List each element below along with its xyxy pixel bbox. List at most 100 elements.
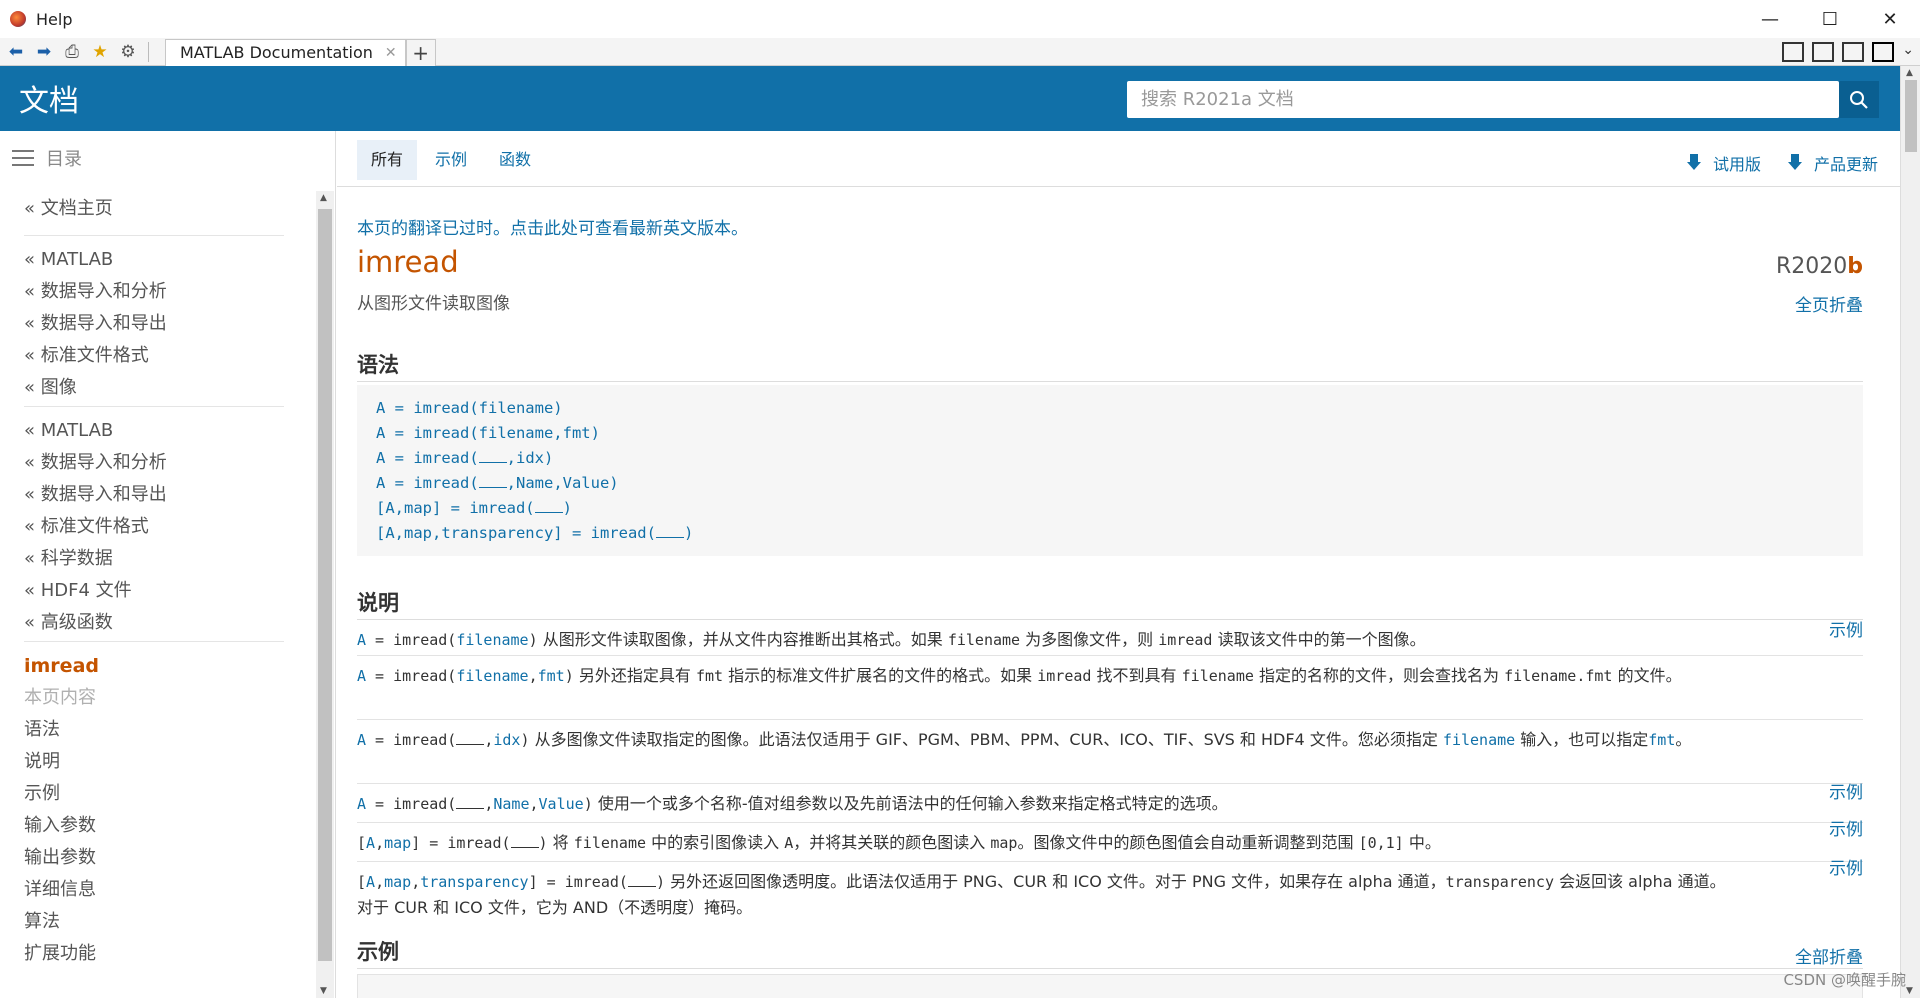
- matlab-help-icon: [10, 11, 26, 27]
- sidebar-item-matlab[interactable]: « MATLAB: [24, 244, 284, 276]
- sidebar-item-data-import-export[interactable]: « 数据导入和导出: [24, 308, 284, 340]
- main-content: 所有 示例 函数 试用版 产品更新 本页的翻译已过时。点击此处可查看最新英文版本…: [337, 131, 1900, 998]
- close-window-button[interactable]: ✕: [1860, 0, 1920, 38]
- sidebar-section-extended-capabilities[interactable]: 扩展功能: [24, 938, 284, 970]
- search-icon: [1850, 90, 1868, 109]
- collapse-all-link[interactable]: 全部折叠: [1795, 943, 1863, 968]
- collapse-page-link[interactable]: 全页折叠: [1795, 291, 1863, 316]
- scroll-up-icon[interactable]: ▲: [1906, 68, 1913, 78]
- description-row-1: A = imread(filename) 从图形文件读取图像，并从文件内容推断出…: [357, 621, 1863, 656]
- sidebar-item-advanced-functions[interactable]: « 高级函数: [24, 607, 284, 639]
- filter-tab-all[interactable]: 所有: [357, 140, 418, 180]
- layout-grid-icon[interactable]: [1782, 42, 1804, 62]
- sidebar-section-input-arguments[interactable]: 输入参数: [24, 810, 284, 842]
- description-row-3: A = imread(,idx) 从多图像文件读取指定的图像。此语法仅适用于 G…: [357, 721, 1863, 784]
- sidebar-item-data-import-analysis[interactable]: « 数据导入和分析: [24, 276, 284, 308]
- sidebar-item-current-page[interactable]: imread: [24, 650, 284, 682]
- layout-single-icon[interactable]: [1872, 42, 1894, 62]
- product-updates-label: 产品更新: [1814, 155, 1879, 174]
- trial-button[interactable]: 试用版: [1687, 151, 1761, 175]
- syntax-heading: 语法: [357, 349, 1863, 382]
- documentation-title: 文档: [19, 84, 79, 119]
- sidebar: 目录 « 文档主页 « MATLAB « 数据导入和分析 « 数据导入和导出 «…: [0, 131, 336, 998]
- description-row-6: [A,map,transparency] = imread() 另外还返回图像透…: [357, 859, 1863, 917]
- window-title: Help: [36, 9, 73, 29]
- sidebar-item-scientific-data[interactable]: « 科学数据: [24, 543, 284, 575]
- sidebar-nav: « 文档主页 « MATLAB « 数据导入和分析 « 数据导入和导出 « 标准…: [24, 193, 284, 970]
- sidebar-divider: [24, 406, 284, 407]
- toc-toggle[interactable]: 目录: [0, 131, 335, 185]
- sidebar-item-doc-home[interactable]: « 文档主页: [24, 193, 284, 225]
- product-updates-button[interactable]: 产品更新: [1788, 151, 1878, 175]
- example-expander[interactable]: [357, 974, 1863, 998]
- settings-gear-icon[interactable]: ⚙: [116, 40, 140, 64]
- hamburger-menu-icon: [12, 150, 34, 166]
- scroll-down-icon[interactable]: ▼: [320, 986, 327, 996]
- layout-switcher: [1782, 38, 1894, 66]
- page-subtitle: 从图形文件读取图像: [357, 294, 510, 314]
- examples-heading: 示例: [357, 936, 1863, 969]
- syntax-line-4[interactable]: A = imread(,Name,Value): [376, 471, 1844, 496]
- scroll-down-icon[interactable]: ▼: [1906, 986, 1913, 996]
- description-row-4: A = imread(,Name,Value) 使用一个或多个名称-值对组参数以…: [357, 783, 1863, 823]
- on-this-page-label: 本页内容: [24, 687, 96, 708]
- download-icon: [1788, 154, 1802, 172]
- tab-matlab-documentation[interactable]: MATLAB Documentation ✕: [165, 38, 406, 66]
- page-scroll-thumb[interactable]: [1905, 80, 1917, 152]
- translation-notice-link[interactable]: 本页的翻译已过时。点击此处可查看最新英文版本。: [357, 214, 748, 239]
- syntax-line-6[interactable]: [A,map,transparency] = imread(): [376, 521, 1844, 546]
- description-heading: 说明: [357, 587, 1863, 620]
- sidebar-section-syntax[interactable]: 语法: [24, 714, 284, 746]
- chevron-down-icon[interactable]: ⌄: [1902, 42, 1914, 58]
- sidebar-section-algorithms[interactable]: 算法: [24, 906, 284, 938]
- tab-label: MATLAB Documentation: [180, 43, 373, 62]
- sidebar-item-standard-file-formats[interactable]: « 标准文件格式: [24, 511, 284, 543]
- syntax-line-1[interactable]: A = imread(filename): [376, 396, 1844, 421]
- sidebar-item-hdf4-files[interactable]: « HDF4 文件: [24, 575, 284, 607]
- minimize-button[interactable]: —: [1740, 0, 1800, 38]
- search-box: [1127, 81, 1839, 118]
- print-icon[interactable]: ⎙: [60, 40, 84, 64]
- sidebar-scroll-thumb[interactable]: [318, 209, 332, 961]
- example-link[interactable]: 示例: [1829, 781, 1863, 806]
- sidebar-item-standard-file-formats[interactable]: « 标准文件格式: [24, 340, 284, 372]
- example-link[interactable]: 示例: [1829, 619, 1863, 644]
- layout-rows-icon[interactable]: [1842, 42, 1864, 62]
- sidebar-section-examples[interactable]: 示例: [24, 778, 284, 810]
- sidebar-item-data-import-analysis[interactable]: « 数据导入和分析: [24, 447, 284, 479]
- search-button[interactable]: [1839, 81, 1879, 118]
- sidebar-item-matlab[interactable]: « MATLAB: [24, 415, 284, 447]
- sidebar-scrollbar[interactable]: ▲ ▼: [316, 191, 334, 998]
- layout-columns-icon[interactable]: [1812, 42, 1834, 62]
- favorites-star-icon[interactable]: ★: [88, 40, 112, 64]
- syntax-line-3[interactable]: A = imread(,idx): [376, 446, 1844, 471]
- sidebar-item-images[interactable]: « 图像: [24, 372, 284, 404]
- sidebar-section-more-about[interactable]: 详细信息: [24, 874, 284, 906]
- release-badge: R2020b: [1775, 254, 1863, 279]
- description-row-2: A = imread(filename,fmt) 另外还指定具有 fmt 指示的…: [357, 657, 1863, 720]
- page-scrollbar[interactable]: ▲ ▼: [1900, 66, 1920, 998]
- example-link[interactable]: 示例: [1829, 818, 1863, 843]
- sidebar-item-data-import-export[interactable]: « 数据导入和导出: [24, 479, 284, 511]
- toolbar-separator: [148, 41, 149, 62]
- sidebar-divider: [24, 641, 284, 642]
- sidebar-divider: [24, 235, 284, 236]
- syntax-line-2[interactable]: A = imread(filename,fmt): [376, 421, 1844, 446]
- toc-label: 目录: [46, 149, 82, 170]
- sidebar-section-output-arguments[interactable]: 输出参数: [24, 842, 284, 874]
- download-icon: [1687, 154, 1701, 172]
- example-link[interactable]: 示例: [1829, 857, 1863, 882]
- filter-tab-functions[interactable]: 函数: [485, 140, 545, 180]
- back-arrow-icon[interactable]: ⬅: [4, 40, 28, 64]
- maximize-button[interactable]: ☐: [1800, 0, 1860, 38]
- filter-tab-examples[interactable]: 示例: [421, 140, 481, 180]
- new-tab-button[interactable]: +: [405, 38, 436, 66]
- close-tab-icon[interactable]: ✕: [385, 45, 397, 61]
- scroll-up-icon[interactable]: ▲: [320, 193, 327, 203]
- search-input[interactable]: [1127, 81, 1839, 118]
- syntax-code-block: A = imread(filename) A = imread(filename…: [357, 385, 1863, 556]
- description-row-5: [A,map] = imread() 将 filename 中的索引图像读入 A…: [357, 820, 1863, 862]
- syntax-line-5[interactable]: [A,map] = imread(): [376, 496, 1844, 521]
- sidebar-section-description[interactable]: 说明: [24, 746, 284, 778]
- forward-arrow-icon[interactable]: ➡: [32, 40, 56, 64]
